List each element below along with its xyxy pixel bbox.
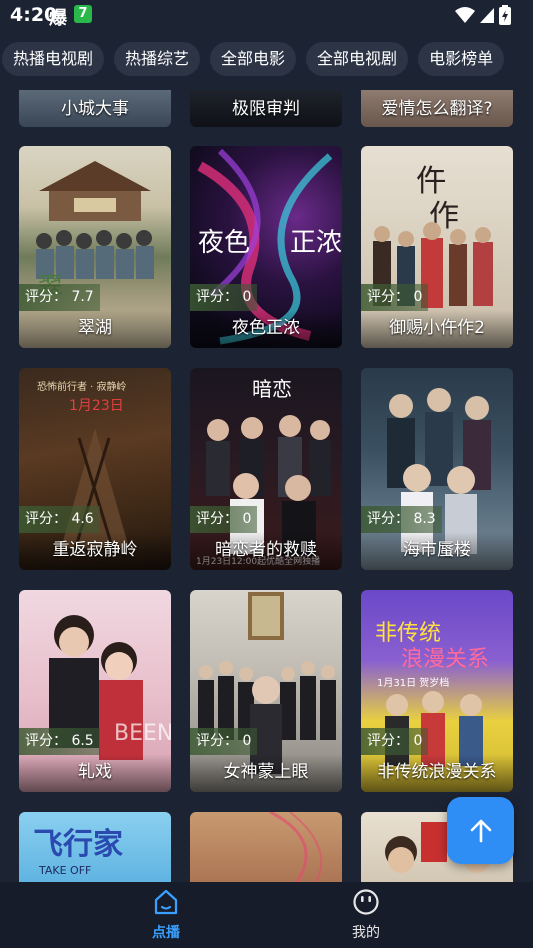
tab-all-movies[interactable]: 全部电影 <box>210 42 297 76</box>
poster-card[interactable]: 评分： 0 女神蒙上眼 <box>190 590 342 792</box>
poster-card[interactable]: 夜色 正浓 评分： 0 夜色正浓 <box>190 146 342 348</box>
screen: 4:20 爆 7 热播电视剧 热播综艺 全部电影 全部电视剧 电影榜单 小城大事… <box>0 0 533 948</box>
score-value: 8.3 <box>413 511 436 527</box>
bottom-nav: 点播 我的 <box>0 882 533 948</box>
score-prefix: 评分： <box>196 289 238 305</box>
svg-text:浪漫关系: 浪漫关系 <box>401 647 489 672</box>
score-value: 0 <box>413 289 423 305</box>
category-tabs: 热播电视剧 热播综艺 全部电影 全部电视剧 电影榜单 <box>0 42 533 76</box>
poster-title: 小城大事 <box>19 90 171 127</box>
wifi-icon <box>455 7 475 23</box>
score-prefix: 评分： <box>25 733 67 749</box>
score-badge: 评分： 8.3 <box>361 506 442 533</box>
poster-image: 飞行家 TAKE OFF <box>19 812 171 882</box>
poster-title: 轧戏 <box>19 754 171 792</box>
poster-grid: 小城大事 极限审判 爱情怎么翻译? 评分： 7.7 翠湖 夜色 正浓 评分： 0… <box>0 90 533 882</box>
score-prefix: 评分： <box>25 289 67 305</box>
status-bar: 4:20 爆 7 <box>0 0 533 30</box>
score-badge: 评分： 0 <box>190 284 258 311</box>
poster-title: 暗恋者的救赎 <box>190 532 342 570</box>
poster-title: 重返寂静岭 <box>19 532 171 570</box>
score-value: 7.7 <box>71 289 94 305</box>
score-badge: 评分： 0 <box>190 728 258 755</box>
svg-text:正浓: 正浓 <box>290 228 342 258</box>
poster-card[interactable]: 非传统 浪漫关系 1月31日 贺岁档 评分： 0 非传统浪漫关系 <box>361 590 513 792</box>
tab-hot-tv[interactable]: 热播电视剧 <box>2 42 105 76</box>
svg-text:1月31日 贺岁档: 1月31日 贺岁档 <box>377 676 449 689</box>
battery-icon <box>499 5 511 25</box>
poster-title: 爱情怎么翻译? <box>361 90 513 127</box>
svg-text:暗恋: 暗恋 <box>252 377 292 401</box>
score-badge: 评分： 7.7 <box>19 284 100 311</box>
score-value: 0 <box>413 733 423 749</box>
svg-text:非传统: 非传统 <box>375 621 441 646</box>
score-badge: 评分： 0 <box>190 506 258 533</box>
poster-card[interactable]: 评分： 8.3 海市蜃楼 <box>361 368 513 570</box>
score-badge: 评分： 0 <box>361 284 429 311</box>
poster-card[interactable]: 飞行家 TAKE OFF <box>19 812 171 882</box>
tab-movie-ranking[interactable]: 电影榜单 <box>418 42 505 76</box>
poster-card[interactable]: 极限审判 <box>190 90 342 127</box>
status-icons <box>455 5 511 25</box>
score-badge: 评分： 0 <box>361 728 429 755</box>
arrow-up-icon <box>470 819 491 842</box>
score-value: 0 <box>242 289 252 305</box>
poster-card[interactable]: BEEN 评分： 6.5 轧戏 <box>19 590 171 792</box>
nav-home-label: 点播 <box>152 925 180 941</box>
poster-card[interactable]: 小城大事 <box>19 90 171 127</box>
score-badge: 评分： 6.5 <box>19 728 100 755</box>
home-icon <box>154 889 178 915</box>
profile-face-icon <box>353 889 379 915</box>
notification-app-icon: 爆 <box>49 8 67 29</box>
poster-image <box>190 812 342 882</box>
tab-hot-variety[interactable]: 热播综艺 <box>114 42 201 76</box>
poster-card[interactable]: 恐怖前行者 · 寂静岭 1月23日 评分： 4.6 重返寂静岭 <box>19 368 171 570</box>
poster-card[interactable]: 暗恋 1月23日12:00起优酷全网独播 评分： 0 暗恋者的救赎 <box>190 368 342 570</box>
score-prefix: 评分： <box>367 289 409 305</box>
poster-title: 非传统浪漫关系 <box>361 754 513 792</box>
score-prefix: 评分： <box>367 733 409 749</box>
poster-title: 御赐小仵作2 <box>361 310 513 348</box>
score-value: 4.6 <box>71 511 94 527</box>
poster-title: 海市蜃楼 <box>361 532 513 570</box>
nav-mine-label: 我的 <box>352 925 380 941</box>
poster-card[interactable]: 翠 评分： 7.7 翠湖 <box>19 146 171 348</box>
poster-card[interactable]: 爱情怎么翻译? <box>361 90 513 127</box>
svg-text:BEEN: BEEN <box>114 721 171 746</box>
score-value: 0 <box>242 733 252 749</box>
poster-title: 女神蒙上眼 <box>190 754 342 792</box>
notification-app-icon-2: 7 <box>74 5 92 23</box>
score-prefix: 评分： <box>196 511 238 527</box>
score-prefix: 评分： <box>367 511 409 527</box>
poster-title: 极限审判 <box>190 90 342 127</box>
poster-title: 翠湖 <box>19 310 171 348</box>
svg-text:夜色: 夜色 <box>198 228 250 258</box>
poster-card[interactable] <box>190 812 342 882</box>
scroll-to-top-button[interactable] <box>447 797 514 864</box>
svg-text:1月23日: 1月23日 <box>69 398 124 414</box>
score-prefix: 评分： <box>25 511 67 527</box>
score-value: 6.5 <box>71 733 94 749</box>
score-badge: 评分： 4.6 <box>19 506 100 533</box>
svg-text:飞行家: 飞行家 <box>33 827 123 862</box>
svg-text:恐怖前行者 · 寂静岭: 恐怖前行者 · 寂静岭 <box>37 380 127 393</box>
poster-title: 夜色正浓 <box>190 310 342 348</box>
poster-card[interactable]: 仵 作 评分： 0 御赐小仵作2 <box>361 146 513 348</box>
score-prefix: 评分： <box>196 733 238 749</box>
nav-home[interactable]: 点播 <box>126 888 206 942</box>
signal-icon <box>480 8 494 23</box>
svg-text:仵: 仵 <box>416 164 446 199</box>
tab-all-tv[interactable]: 全部电视剧 <box>306 42 409 76</box>
svg-text:TAKE OFF: TAKE OFF <box>38 864 91 877</box>
nav-mine[interactable]: 我的 <box>326 888 406 942</box>
score-value: 0 <box>242 511 252 527</box>
